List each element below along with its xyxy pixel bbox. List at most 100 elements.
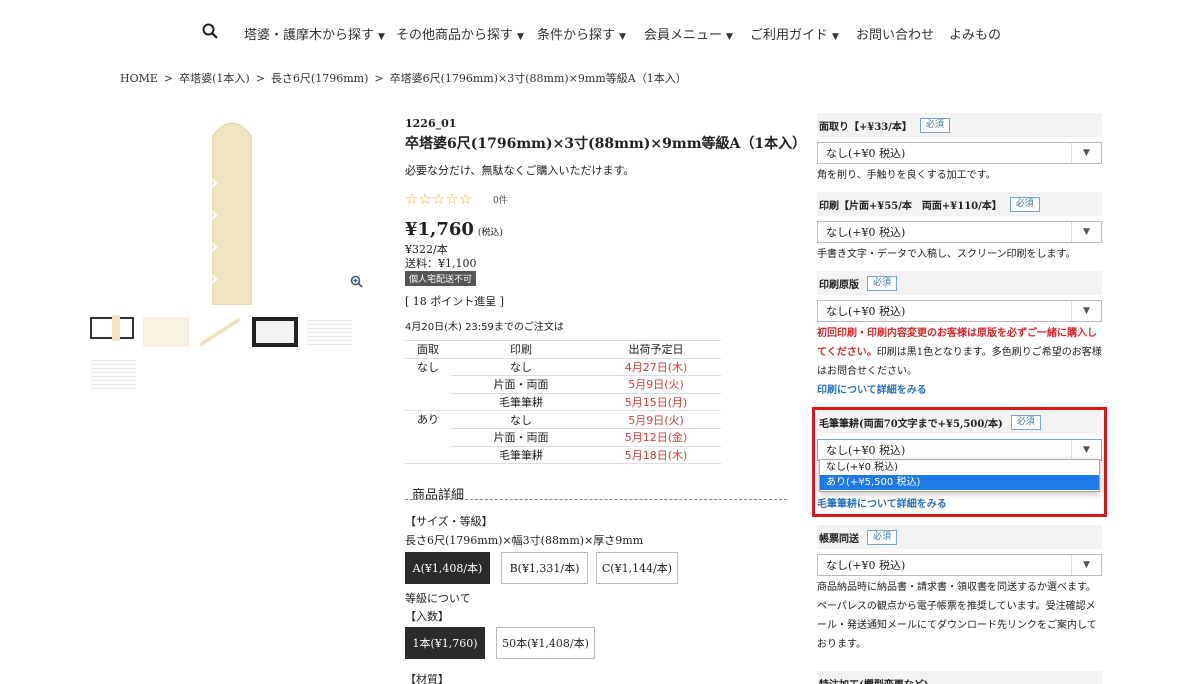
option-header: 印刷【片面+¥55/本 両面+¥110/本】 必須 xyxy=(817,192,1102,216)
table-header: 面取 xyxy=(405,340,451,359)
top-nav: 塔婆・護摩木から探す ▼ その他商品から探す ▼ 条件から探す ▼ 会員メニュー ▼ ご… xyxy=(0,5,1200,57)
table-cell: 毛筆筆耕 xyxy=(451,446,591,465)
option-special: 特注加工(欄型変更など) xyxy=(817,671,1102,684)
search-icon[interactable] xyxy=(202,23,218,39)
breadcrumb-current: 卒塔婆6尺(1796mm)×3寸(88mm)×9mm等級A（1本入） xyxy=(389,72,687,85)
required-badge: 必須 xyxy=(867,529,898,545)
table-row: 毛筆筆耕 5月15日(月) xyxy=(405,393,721,412)
chevron-down-icon: ▼ xyxy=(832,32,839,42)
rating-stars[interactable]: ☆☆☆☆☆ xyxy=(405,190,472,208)
breadcrumb: HOME > 卒塔婆(1本入) > 長さ6尺(1796mm) > 卒塔婆6尺(1796mm)… xyxy=(120,72,687,85)
plate-select[interactable]: なし(+¥0 税込) ▼ xyxy=(817,300,1102,322)
grade-info-link[interactable]: 等級について xyxy=(405,590,471,606)
print-details-link[interactable]: 印刷について詳細をみる xyxy=(817,381,1102,396)
table-cell: 5月9日(火) xyxy=(591,375,721,394)
option-header: 面取り【+¥33/本】 必須 xyxy=(817,113,1102,137)
material-label: 【材質】 xyxy=(405,673,449,684)
option-header: 帳票同送 必須 xyxy=(817,525,1102,549)
thumbnail-1[interactable] xyxy=(90,315,134,341)
table-row: あり なし 5月9日(火) xyxy=(405,410,721,465)
option-plate: 印刷原版 必須 なし(+¥0 税込) ▼ 初回印刷・印刷内容変更のお客様は原版を必ず… xyxy=(817,271,1102,396)
option-header: 特注加工(欄型変更など) xyxy=(817,671,1102,684)
print-select[interactable]: なし(+¥0 税込) ▼ xyxy=(817,221,1102,243)
size-label: 【サイズ・等級】 xyxy=(405,515,493,528)
zoom-icon[interactable] xyxy=(350,275,363,292)
option-note: 手書き文字・データで入稿し、スクリーン印刷をします。 xyxy=(817,249,1076,260)
chevron-down-icon: ▼ xyxy=(726,32,733,42)
quantity-label: 【入数】 xyxy=(405,610,449,623)
product-image[interactable] xyxy=(212,117,252,305)
breadcrumb-category[interactable]: 卒塔婆(1本入) xyxy=(179,72,250,85)
breadcrumb-home[interactable]: HOME xyxy=(120,72,158,85)
table-cell: 5月18日(木) xyxy=(591,446,721,465)
table-row: 片面・両面 5月12日(金) xyxy=(405,428,721,447)
shipping-fee: 送料：¥1,100 xyxy=(405,257,477,270)
chevron-down-icon: ▼ xyxy=(1071,301,1101,321)
chevron-down-icon: ▼ xyxy=(517,32,524,42)
product-price: ¥1,760 (税込) xyxy=(405,219,503,240)
thumbnail-4[interactable] xyxy=(252,317,298,347)
invoice-select[interactable]: なし(+¥0 税込) ▼ xyxy=(817,554,1102,576)
chevron-down-icon: ▼ xyxy=(1071,222,1101,242)
nav-item-stupa[interactable]: 塔婆・護摩木から探す ▼ xyxy=(244,24,385,43)
chamfer-select[interactable]: なし(+¥0 税込) ▼ xyxy=(817,142,1102,164)
product-description: 必要な分だけ、無駄なくご購入いただけます。 xyxy=(405,164,635,177)
nav-item-member-menu[interactable]: 会員メニュー ▼ xyxy=(644,24,733,43)
thumbnail-6[interactable] xyxy=(90,357,136,391)
order-deadline: 4月20日(木) 23:59までのご注文は xyxy=(405,322,564,333)
option-note: 角を削り、手触りを良くする加工です。 xyxy=(817,170,996,181)
grade-a-button[interactable]: A(¥1,408/本) xyxy=(405,552,490,584)
required-badge: 必須 xyxy=(867,275,898,291)
nav-item-other-products[interactable]: その他商品から探す ▼ xyxy=(396,24,524,43)
qty-50-button[interactable]: 50本(¥1,408/本) xyxy=(496,627,595,659)
chevron-down-icon: ▼ xyxy=(619,32,626,42)
table-cell: あり xyxy=(405,410,451,465)
chevron-down-icon: ▼ xyxy=(1071,143,1101,163)
chevron-down-icon: ▼ xyxy=(1071,555,1101,575)
table-cell: なし xyxy=(451,410,591,429)
table-header: 印刷 xyxy=(451,340,591,359)
review-count[interactable]: 0件 xyxy=(493,193,508,206)
table-row: 毛筆筆耕 5月18日(木) xyxy=(405,446,721,465)
section-title: 商品詳細 xyxy=(412,488,465,503)
nav-item-conditions[interactable]: 条件から探す ▼ xyxy=(537,24,626,43)
table-row: なし なし 4月27日(木) xyxy=(405,358,721,412)
no-home-delivery-badge: 個人宅配送不可 xyxy=(405,271,477,286)
grade-b-button[interactable]: B(¥1,331/本) xyxy=(501,552,588,584)
thumbnail-3[interactable] xyxy=(198,317,242,347)
required-badge: 必須 xyxy=(919,117,950,133)
option-chamfer: 面取り【+¥33/本】 必須 なし(+¥0 税込) ▼ 角を削り、手触りを良くする加… xyxy=(817,113,1102,185)
required-badge: 必須 xyxy=(1009,196,1040,212)
table-cell: なし xyxy=(405,358,451,412)
divider xyxy=(405,499,787,500)
table-cell: 5月15日(月) xyxy=(591,393,721,412)
nav-item-guide[interactable]: ご利用ガイド ▼ xyxy=(750,24,839,43)
table-cell: 毛筆筆耕 xyxy=(451,393,591,412)
nav-item-reading[interactable]: よみもの xyxy=(949,24,1001,43)
nav-item-contact[interactable]: お問い合わせ xyxy=(856,24,934,43)
thumbnail-5[interactable] xyxy=(306,317,352,347)
table-header: 出荷予定日 xyxy=(591,340,721,359)
chevron-down-icon: ▼ xyxy=(378,32,385,42)
grade-c-button[interactable]: C(¥1,144/本) xyxy=(596,552,678,584)
highlight-box xyxy=(812,407,1107,517)
option-invoice: 帳票同送 必須 なし(+¥0 税込) ▼ 商品納品時に納品書・請求書・領収書を同送す… xyxy=(817,525,1102,654)
table-cell: 4月27日(木) xyxy=(591,358,721,377)
shipping-schedule-table: 面取 印刷 出荷予定日 なし なし 4月27日(木) 片面・両面 5月9日(火)… xyxy=(405,340,721,465)
option-note: 初回印刷・印刷内容変更のお客様は原版を必ずご一緒に購入してください。印刷は黒1色… xyxy=(817,328,1102,377)
table-row: 片面・両面 5月9日(火) xyxy=(405,375,721,394)
table-cell: 5月9日(火) xyxy=(591,410,721,429)
points-text: [ 18 ポイント進呈 ] xyxy=(405,295,505,308)
table-cell: 片面・両面 xyxy=(451,375,591,394)
product-sku: 1226_01 xyxy=(405,117,457,130)
option-note: 商品納品時に納品書・請求書・領収書を同送するか選べます。ペーパレスの観点から電子… xyxy=(817,582,1097,650)
table-cell: 5月12日(金) xyxy=(591,428,721,447)
option-print: 印刷【片面+¥55/本 両面+¥110/本】 必須 なし(+¥0 税込) ▼ 手書き… xyxy=(817,192,1102,264)
thumbnail-2[interactable] xyxy=(143,317,189,347)
size-value: 長さ6尺(1796mm)×幅3寸(88mm)×厚さ9mm xyxy=(405,534,644,547)
qty-1-button[interactable]: 1本(¥1,760) xyxy=(405,627,485,659)
breadcrumb-length[interactable]: 長さ6尺(1796mm) xyxy=(271,72,368,85)
table-cell: なし xyxy=(451,358,591,377)
option-header: 印刷原版 必須 xyxy=(817,271,1102,295)
table-cell: 片面・両面 xyxy=(451,428,591,447)
